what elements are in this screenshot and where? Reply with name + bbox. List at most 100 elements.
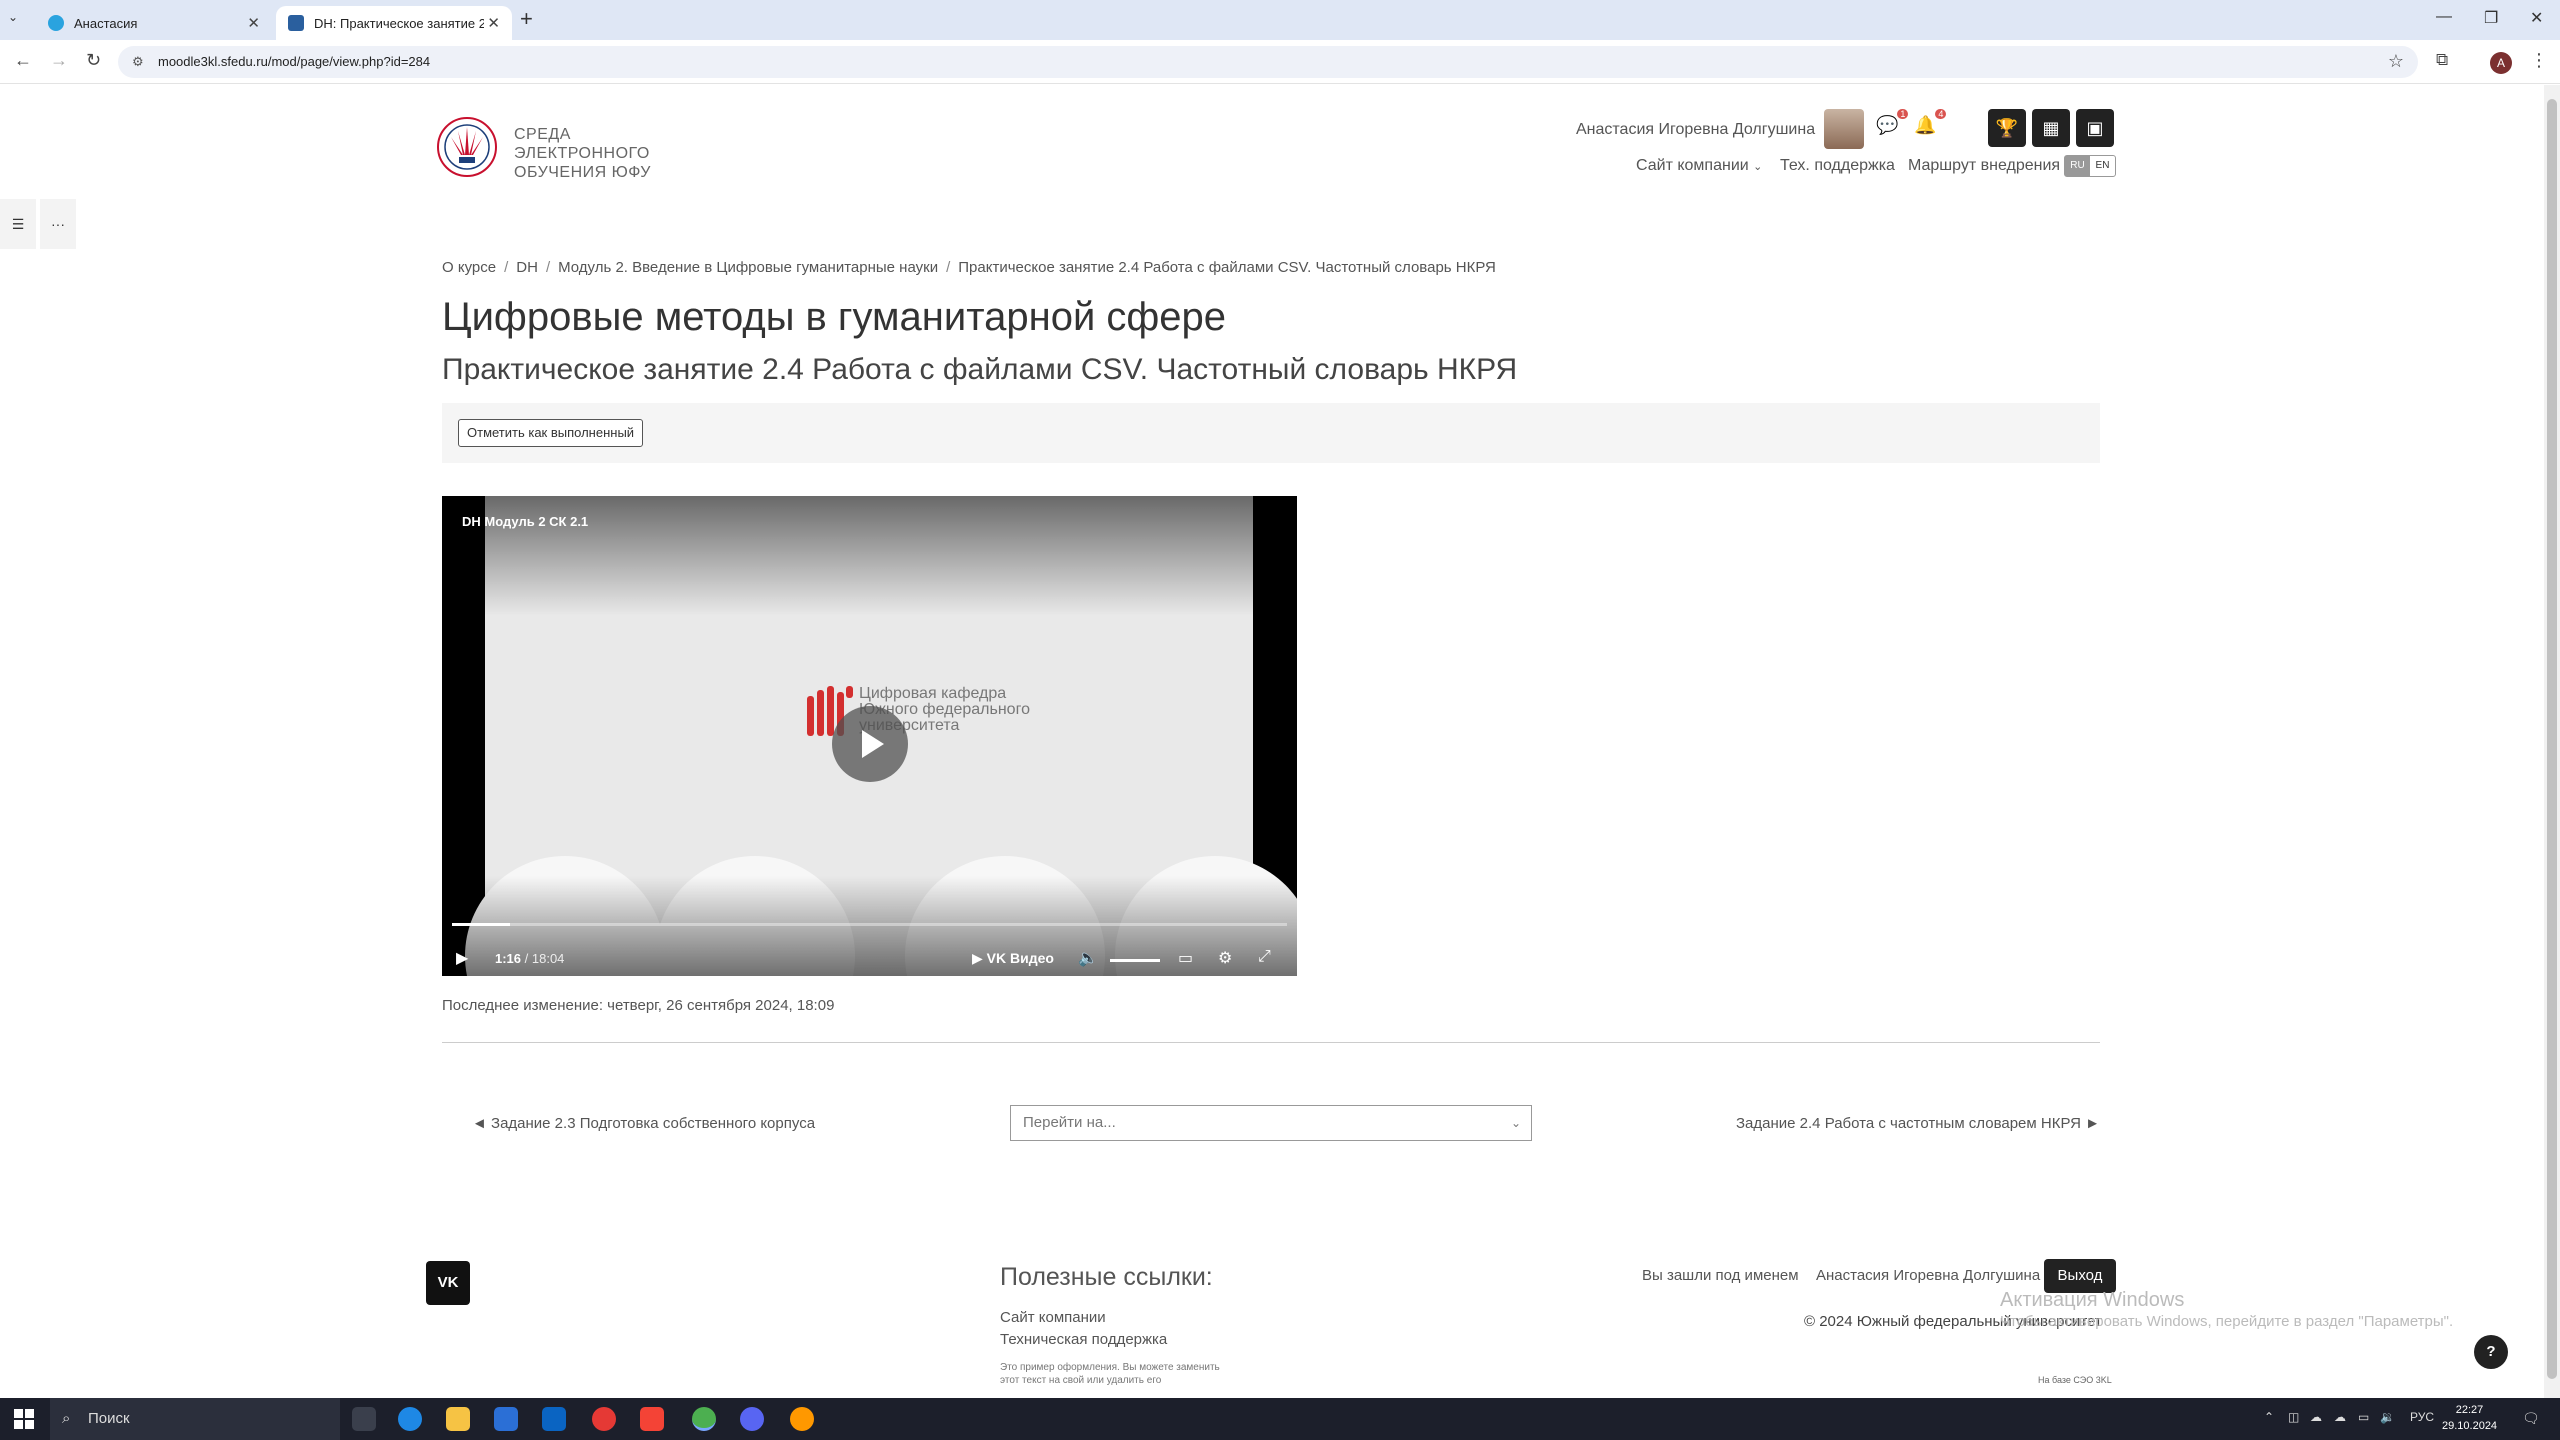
breadcrumb-item[interactable]: О курсе [442, 259, 496, 276]
url-text[interactable]: moodle3kl.sfedu.ru/mod/page/view.php?id=… [158, 54, 430, 69]
url-field[interactable]: ⚙ moodle3kl.sfedu.ru/mod/page/view.php?i… [118, 46, 2418, 78]
breadcrumb-item[interactable]: DH [516, 259, 538, 276]
settings-gear-icon[interactable]: ⚙ [1218, 948, 1232, 968]
outlook-icon[interactable] [542, 1407, 566, 1431]
browser-tab-bar: ⌄ Анастасия ✕ DH: Практическое занятие 2… [0, 0, 2560, 40]
window-close-icon[interactable]: ✕ [2530, 8, 2543, 28]
browser-menu-icon[interactable]: ⋮ [2530, 50, 2548, 71]
store-icon[interactable] [494, 1407, 518, 1431]
lang-en[interactable]: EN [2090, 156, 2115, 176]
scrollbar[interactable] [2544, 85, 2560, 1398]
site-info-icon[interactable]: ⚙ [132, 54, 144, 70]
nav-support[interactable]: Тех. поддержка [1780, 157, 1895, 175]
tab-list-icon[interactable]: ⌄ [8, 10, 18, 24]
dashboard-grid-icon[interactable]: ▦ [2032, 109, 2070, 147]
nav-route[interactable]: Маршрут внедрения [1908, 157, 2060, 175]
browser-tab-moodle[interactable]: DH: Практическое занятие 2.4 ✕ [276, 6, 512, 40]
vk-video-logo[interactable]: ▶ VK Видео [972, 950, 1054, 967]
mark-done-button[interactable]: Отметить как выполненный [458, 419, 644, 447]
browser-tab-telegram[interactable]: Анастасия ✕ [36, 6, 272, 40]
discord-icon[interactable] [740, 1407, 764, 1431]
breadcrumb-item[interactable]: Модуль 2. Введение в Цифровые гуманитарн… [558, 259, 938, 276]
app-icon[interactable] [790, 1407, 814, 1431]
restore-icon[interactable]: ❐ [2484, 8, 2498, 28]
logo-line: обучения ЮФУ [514, 164, 651, 181]
sfedu-logo-icon[interactable] [432, 115, 502, 179]
trophy-icon[interactable]: 🏆 [1988, 109, 2026, 147]
logo-text[interactable]: Среда электронного обучения ЮФУ [514, 125, 651, 182]
jump-to-select[interactable]: Перейти на... ⌄ [1010, 1105, 1532, 1141]
task-view-icon[interactable] [352, 1407, 376, 1431]
footer-link-support[interactable]: Техническая поддержка [1000, 1331, 1167, 1348]
logo-line: Цифровая кафедра [859, 685, 1007, 702]
tray-chevron-icon[interactable]: ⌃ [2264, 1410, 2274, 1424]
yandex-browser-icon[interactable] [592, 1407, 616, 1431]
breadcrumb-item[interactable]: Практическое занятие 2.4 Работа с файлам… [958, 259, 1496, 276]
page-content: Среда электронного обучения ЮФУ Анастаси… [0, 85, 2544, 1398]
powered-by[interactable]: На базе СЭО 3KL [2038, 1375, 2112, 1385]
subtitles-icon[interactable]: ▭ [1178, 948, 1193, 968]
chrome-icon[interactable] [692, 1407, 716, 1431]
extensions-icon[interactable]: ⧉ [2436, 50, 2448, 70]
logged-in-user-link[interactable]: Анастасия Игоревна Долгушина [1816, 1267, 2040, 1284]
close-icon[interactable]: ✕ [487, 14, 500, 32]
tray-volume-icon[interactable]: 🔉 [2380, 1410, 2395, 1424]
avatar[interactable] [1824, 109, 1864, 149]
tray-network-icon[interactable]: ☁ [2310, 1410, 2322, 1424]
moodle-favicon-icon [288, 15, 304, 31]
next-activity-link[interactable]: Задание 2.4 Работа с частотным словарем … [1736, 1115, 2100, 1132]
jump-to-value: Перейти на... [1023, 1114, 1116, 1131]
notifications-bell-icon[interactable]: 🔔 4 [1914, 109, 1947, 136]
vk-social-icon[interactable]: VK [426, 1261, 470, 1305]
nav-company-site[interactable]: Сайт компании ⌄ [1636, 157, 1762, 175]
yandex-icon[interactable] [640, 1407, 664, 1431]
back-icon[interactable]: ← [14, 50, 32, 71]
divider [442, 1042, 2100, 1043]
prev-activity-link[interactable]: ◄ Задание 2.3 Подготовка собственного ко… [472, 1115, 815, 1132]
useful-links-title: Полезные ссылки: [1000, 1263, 1213, 1291]
user-profile-icon[interactable]: ▣ [2076, 109, 2114, 147]
lang-ru[interactable]: RU [2065, 156, 2090, 176]
bookmark-star-icon[interactable]: ☆ [2388, 51, 2404, 72]
footer-link-company-site[interactable]: Сайт компании [1000, 1309, 1106, 1326]
user-name[interactable]: Анастасия Игоревна Долгушина [1576, 121, 1815, 139]
play-icon[interactable]: ▶ [456, 948, 468, 968]
video-player[interactable]: Цифровая кафедра Южного федерального уни… [442, 496, 1297, 976]
volume-icon[interactable]: 🔈 [1078, 948, 1098, 968]
reload-icon[interactable]: ↻ [86, 50, 101, 71]
taskbar-clock[interactable]: 22:27 29.10.2024 [2442, 1402, 2497, 1434]
volume-slider[interactable] [1110, 959, 1160, 962]
taskbar-search[interactable]: ⌕ Поиск [50, 1398, 340, 1440]
minimize-icon[interactable]: — [2436, 8, 2452, 26]
fullscreen-icon[interactable]: ⤢ [1258, 948, 1271, 966]
page-title: Цифровые методы в гуманитарной сфере [442, 295, 1227, 339]
tray-app-icon[interactable]: ◫ [2288, 1410, 2299, 1424]
play-big-icon[interactable] [832, 706, 908, 782]
tray-display-icon[interactable]: ▭ [2358, 1410, 2369, 1424]
tray-onedrive-icon[interactable]: ☁ [2334, 1410, 2346, 1424]
tab-title: Анастасия [74, 15, 138, 31]
video-progress-bar[interactable] [452, 923, 1287, 926]
vk-play-icon: ▶ [972, 950, 983, 966]
language-switch[interactable]: RU EN [2064, 155, 2116, 177]
video-current-time: 1:16 [495, 951, 522, 966]
file-explorer-icon[interactable] [446, 1407, 470, 1431]
telegram-icon [48, 15, 64, 31]
close-icon[interactable]: ✕ [247, 14, 260, 32]
scrollbar-thumb[interactable] [2547, 99, 2557, 1379]
course-index-toggle-icon[interactable]: ☰ [0, 199, 36, 249]
edge-icon[interactable] [398, 1407, 422, 1431]
video-title[interactable]: DH Модуль 2 СК 2.1 [462, 514, 588, 529]
windows-start-icon[interactable] [14, 1409, 34, 1429]
forward-icon[interactable]: → [50, 50, 68, 71]
more-options-icon[interactable]: ··· [40, 199, 76, 249]
new-tab-icon[interactable]: + [520, 6, 533, 32]
notifications-center-icon[interactable]: 🗨 [2522, 1410, 2540, 1427]
help-icon[interactable]: ? [2474, 1335, 2508, 1369]
footer-note: Это пример оформления. Вы можете заменит… [1000, 1361, 1220, 1387]
profile-avatar[interactable]: A [2490, 52, 2512, 74]
tray-language[interactable]: РУС [2410, 1410, 2434, 1424]
breadcrumb: О курсе / DH / Модуль 2. Введение в Цифровые… [442, 259, 1496, 276]
messages-icon[interactable]: 💬 1 [1876, 109, 1909, 136]
logout-button[interactable]: Выход [2044, 1259, 2116, 1293]
